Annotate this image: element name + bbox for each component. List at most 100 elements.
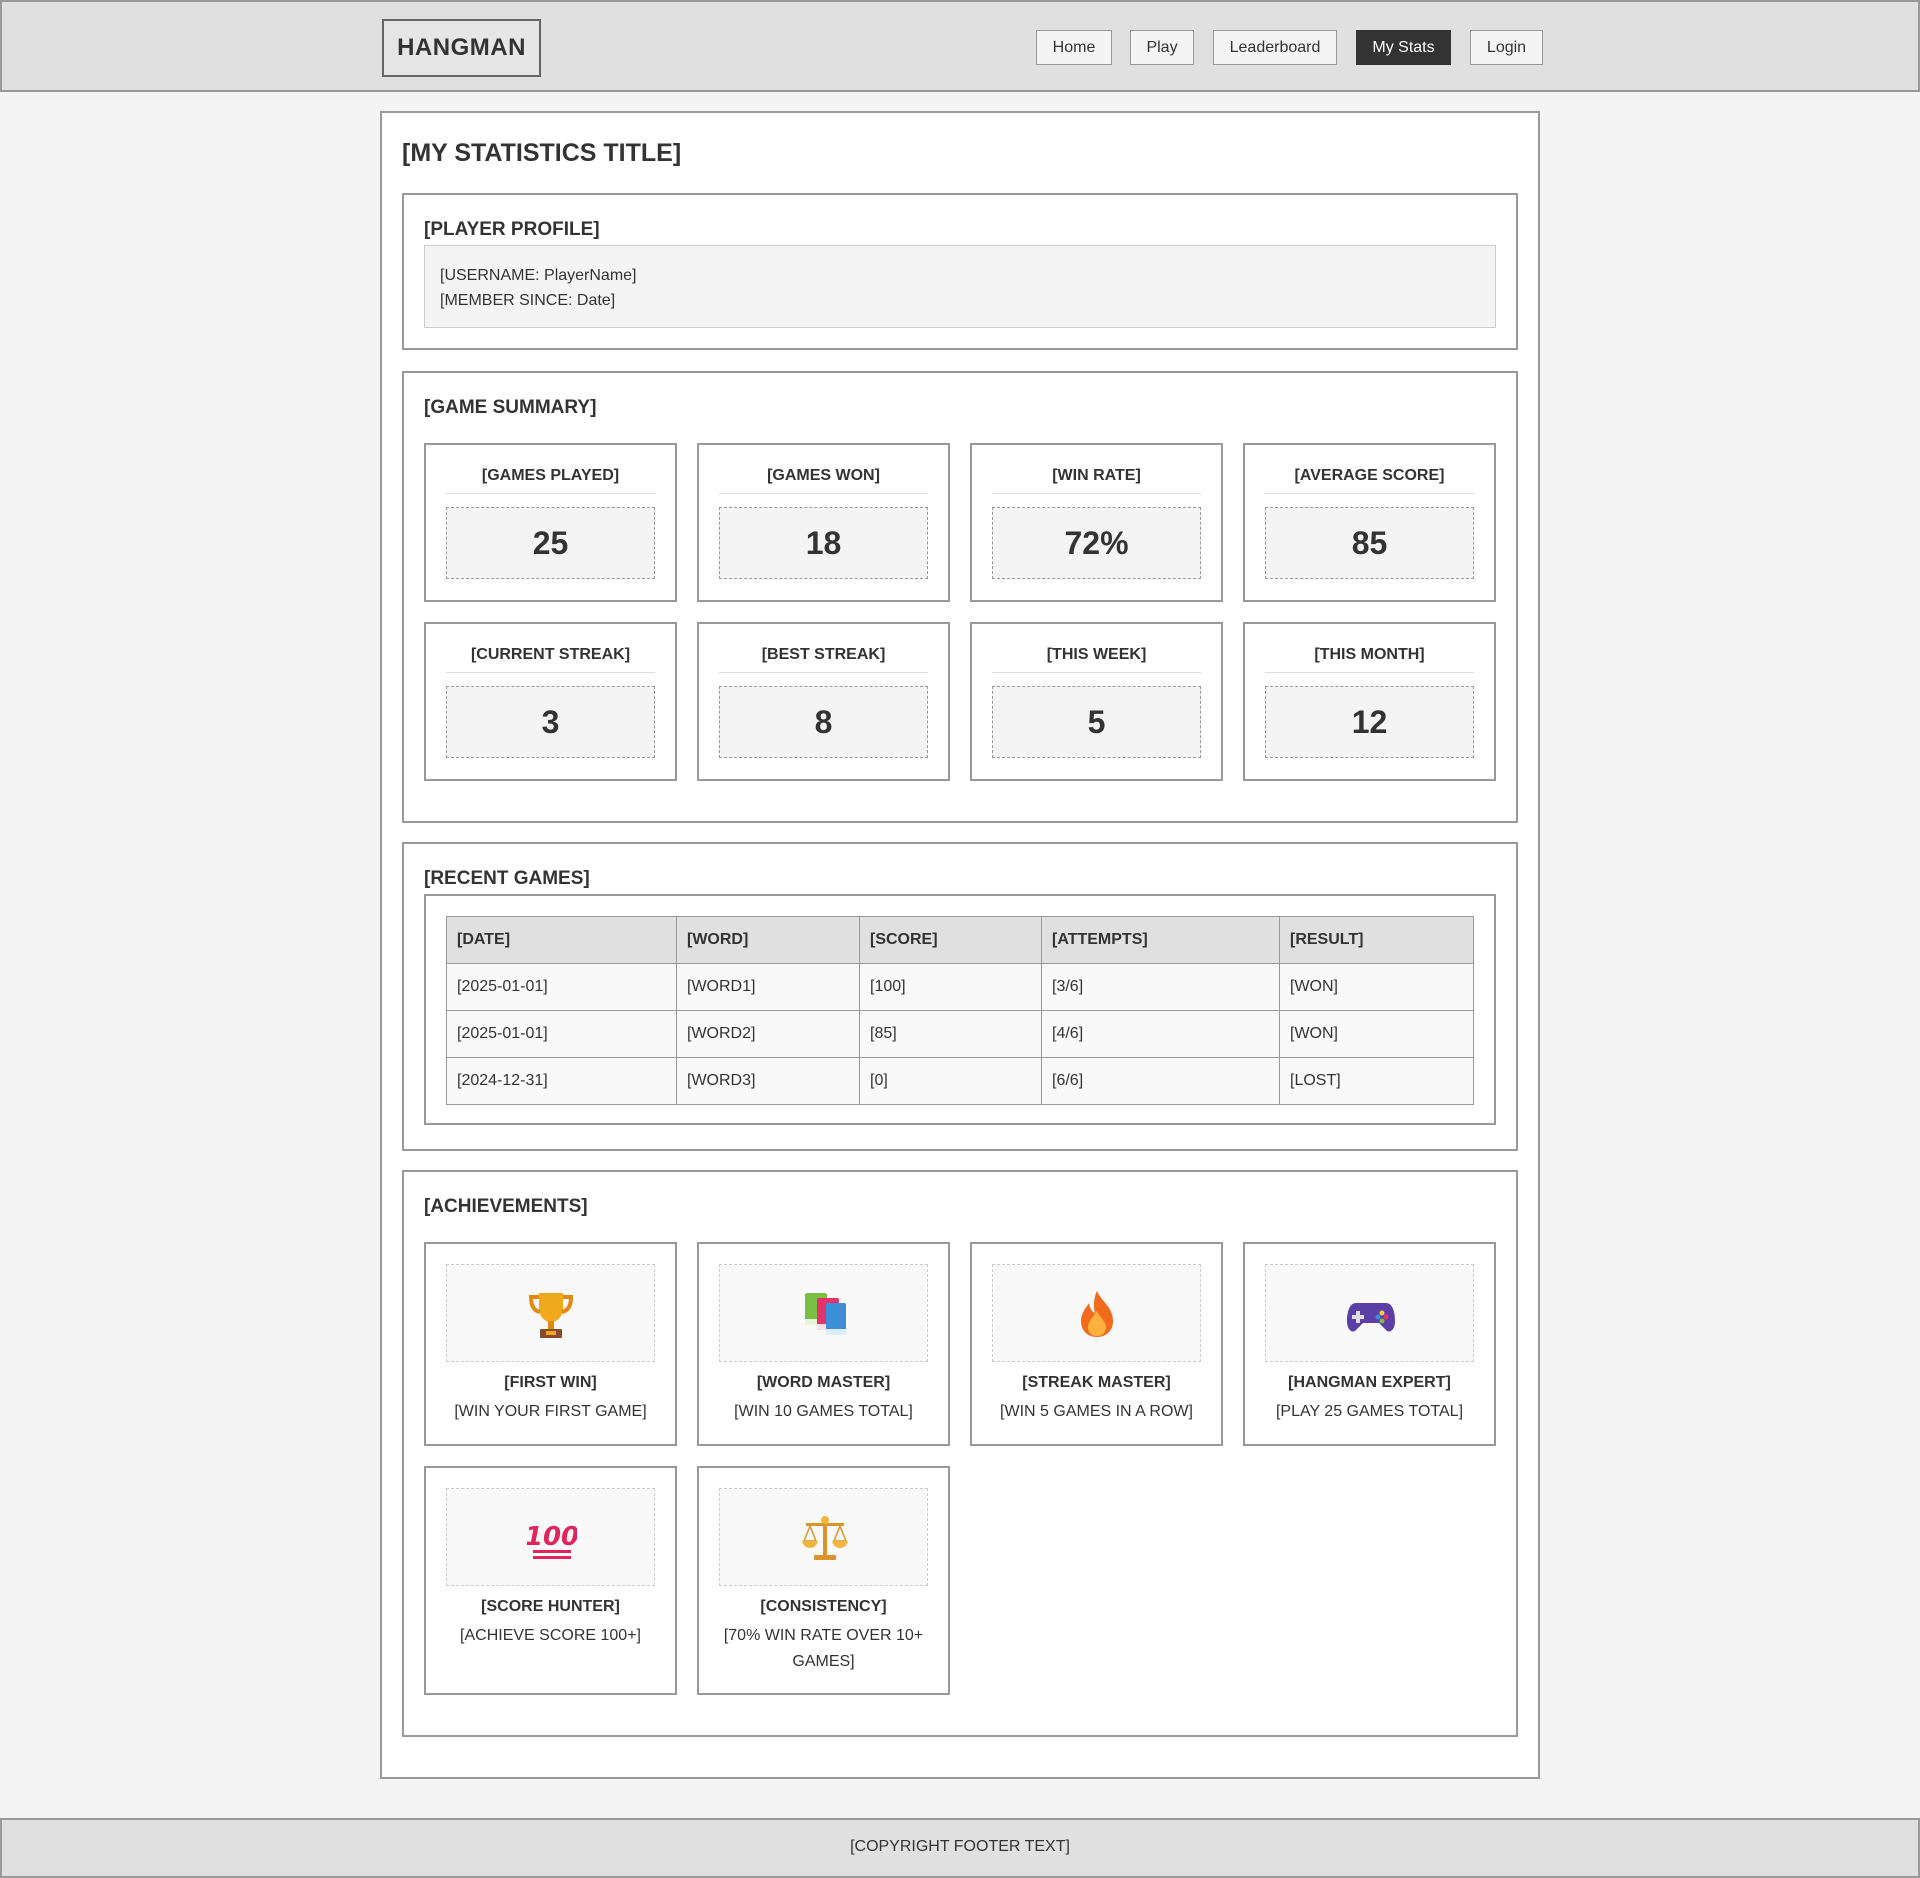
achievement-icon-box: 100 bbox=[446, 1488, 655, 1586]
table-cell: [4/6] bbox=[1041, 1010, 1280, 1058]
table-cell: [LOST] bbox=[1279, 1057, 1474, 1105]
stat-label: [CURRENT STREAK] bbox=[446, 646, 655, 673]
achievement-icon-box bbox=[1265, 1264, 1474, 1362]
hundred-icon: 100 bbox=[527, 1522, 577, 1559]
achievement-title: [SCORE HUNTER] bbox=[481, 1598, 620, 1615]
achievement-title: [FIRST WIN] bbox=[504, 1374, 597, 1391]
stat-value: 25 bbox=[446, 507, 655, 579]
stat-label: [THIS MONTH] bbox=[1265, 646, 1474, 673]
member-since-text: [MEMBER SINCE: Date] bbox=[440, 292, 616, 309]
fire-icon bbox=[1081, 1291, 1113, 1337]
achievement-icon-box bbox=[992, 1264, 1201, 1362]
page-title: [MY STATISTICS TITLE] bbox=[402, 139, 682, 167]
table-row[interactable]: [2024-12-31] [WORD3] [0] [6/6] [LOST] bbox=[446, 1057, 1474, 1105]
stat-label: [THIS WEEK] bbox=[992, 646, 1201, 673]
table-row[interactable]: [2025-01-01] [WORD1] [100] [3/6] [WON] bbox=[446, 963, 1474, 1011]
stat-card-current-streak: [CURRENT STREAK] 3 bbox=[424, 622, 677, 781]
achievements-section: [ACHIEVEMENTS] [FIRST WIN] [WIN YOUR FIR… bbox=[402, 1170, 1518, 1737]
stat-card-average-score: [AVERAGE SCORE] 85 bbox=[1243, 443, 1496, 602]
table-cell: [WON] bbox=[1279, 1010, 1474, 1058]
stat-card-this-week: [THIS WEEK] 5 bbox=[970, 622, 1223, 781]
table-cell: [6/6] bbox=[1041, 1057, 1280, 1105]
achievement-icon-box bbox=[719, 1488, 928, 1586]
nav-login[interactable]: Login bbox=[1470, 30, 1543, 65]
achievement-card-word-master[interactable]: [WORD MASTER] [WIN 10 GAMES TOTAL] bbox=[697, 1242, 950, 1446]
section-title: [GAME SUMMARY] bbox=[424, 397, 597, 418]
achievement-card-score-hunter[interactable]: 100 [SCORE HUNTER] [ACHIEVE SCORE 100+] bbox=[424, 1466, 677, 1695]
stat-value: 85 bbox=[1265, 507, 1474, 579]
table-row[interactable]: [2025-01-01] [WORD2] [85] [4/6] [WON] bbox=[446, 1010, 1474, 1058]
site-header: HANGMAN Home Play Leaderboard My Stats L… bbox=[0, 0, 1920, 92]
nav-leaderboard[interactable]: Leaderboard bbox=[1213, 30, 1337, 65]
profile-info-box: [USERNAME: PlayerName] [MEMBER SINCE: Da… bbox=[424, 245, 1496, 328]
recent-games-table: [DATE] [WORD] [SCORE] [ATTEMPTS] [RESULT… bbox=[446, 916, 1474, 1105]
table-cell: [2025-01-01] bbox=[446, 1010, 677, 1058]
table-cell: [2024-12-31] bbox=[446, 1057, 677, 1105]
achievement-description: [WIN 10 GAMES TOTAL] bbox=[734, 1403, 913, 1420]
column-header-score[interactable]: [SCORE] bbox=[859, 916, 1042, 964]
achievement-card-streak-master[interactable]: [STREAK MASTER] [WIN 5 GAMES IN A ROW] bbox=[970, 1242, 1223, 1446]
table-cell: [85] bbox=[859, 1010, 1042, 1058]
achievement-title: [STREAK MASTER] bbox=[1022, 1374, 1171, 1391]
column-header-word[interactable]: [WORD] bbox=[676, 916, 860, 964]
achievement-description: [70% WIN RATE OVER 10+ GAMES] bbox=[723, 1627, 924, 1670]
stat-card-this-month: [THIS MONTH] 12 bbox=[1243, 622, 1496, 781]
table-cell: [WON] bbox=[1279, 963, 1474, 1011]
table-cell: [0] bbox=[859, 1057, 1042, 1105]
achievement-description: [PLAY 25 GAMES TOTAL] bbox=[1275, 1403, 1464, 1420]
books-icon bbox=[805, 1293, 846, 1335]
stat-value: 3 bbox=[446, 686, 655, 758]
achievement-card-first-win[interactable]: [FIRST WIN] [WIN YOUR FIRST GAME] bbox=[424, 1242, 677, 1446]
stat-card-win-rate: [WIN RATE] 72% bbox=[970, 443, 1223, 602]
stat-card-games-played: [GAMES PLAYED] 25 bbox=[424, 443, 677, 602]
stat-label: [GAMES PLAYED] bbox=[446, 467, 655, 494]
stat-label: [AVERAGE SCORE] bbox=[1265, 467, 1474, 494]
achievement-description: [WIN 5 GAMES IN A ROW] bbox=[1000, 1403, 1193, 1420]
column-header-attempts[interactable]: [ATTEMPTS] bbox=[1041, 916, 1280, 964]
stat-card-best-streak: [BEST STREAK] 8 bbox=[697, 622, 950, 781]
stat-value: 18 bbox=[719, 507, 928, 579]
table-cell: [2025-01-01] bbox=[446, 963, 677, 1011]
achievement-description: [WIN YOUR FIRST GAME] bbox=[454, 1403, 647, 1420]
stat-value: 12 bbox=[1265, 686, 1474, 758]
recent-games-table-wrapper: [DATE] [WORD] [SCORE] [ATTEMPTS] [RESULT… bbox=[424, 894, 1496, 1125]
table-cell: [WORD1] bbox=[676, 963, 860, 1011]
table-cell: [WORD2] bbox=[676, 1010, 860, 1058]
svg-text:100: 100 bbox=[527, 1522, 577, 1552]
main-content: [MY STATISTICS TITLE] [PLAYER PROFILE] [… bbox=[380, 111, 1540, 1779]
column-header-result[interactable]: [RESULT] bbox=[1279, 916, 1474, 964]
column-header-date[interactable]: [DATE] bbox=[446, 916, 677, 964]
section-title: [ACHIEVEMENTS] bbox=[424, 1196, 588, 1217]
gamepad-icon bbox=[1347, 1303, 1395, 1332]
stat-value: 5 bbox=[992, 686, 1201, 758]
stat-card-games-won: [GAMES WON] 18 bbox=[697, 443, 950, 602]
nav-my-stats[interactable]: My Stats bbox=[1356, 30, 1451, 65]
achievement-title: [CONSISTENCY] bbox=[760, 1598, 887, 1615]
stat-value: 72% bbox=[992, 507, 1201, 579]
username-text: [USERNAME: PlayerName] bbox=[440, 267, 637, 284]
balance-scale-icon bbox=[802, 1516, 848, 1560]
achievement-icon-box bbox=[719, 1264, 928, 1362]
game-summary-section: [GAME SUMMARY] [GAMES PLAYED] 25 [GAMES … bbox=[402, 371, 1518, 823]
stat-label: [GAMES WON] bbox=[719, 467, 928, 494]
achievement-icon-box bbox=[446, 1264, 655, 1362]
achievement-title: [WORD MASTER] bbox=[756, 1374, 891, 1391]
section-title: [RECENT GAMES] bbox=[424, 868, 590, 889]
section-title: [PLAYER PROFILE] bbox=[424, 219, 600, 240]
stat-label: [BEST STREAK] bbox=[719, 646, 928, 673]
achievement-card-consistency[interactable]: [CONSISTENCY] [70% WIN RATE OVER 10+ GAM… bbox=[697, 1466, 950, 1695]
stat-value: 8 bbox=[719, 686, 928, 758]
table-cell: [100] bbox=[859, 963, 1042, 1011]
player-profile-section: [PLAYER PROFILE] [USERNAME: PlayerName] … bbox=[402, 193, 1518, 350]
trophy-icon bbox=[528, 1293, 574, 1338]
site-footer: [COPYRIGHT FOOTER TEXT] bbox=[0, 1818, 1920, 1878]
nav-home[interactable]: Home bbox=[1036, 30, 1112, 65]
stat-label: [WIN RATE] bbox=[992, 467, 1201, 494]
site-logo[interactable]: HANGMAN bbox=[382, 19, 541, 77]
achievement-card-hangman-expert[interactable]: [HANGMAN EXPERT] [PLAY 25 GAMES TOTAL] bbox=[1243, 1242, 1496, 1446]
table-header-row: [DATE] [WORD] [SCORE] [ATTEMPTS] [RESULT… bbox=[446, 916, 1474, 964]
achievement-description: [ACHIEVE SCORE 100+] bbox=[460, 1627, 641, 1644]
nav-play[interactable]: Play bbox=[1130, 30, 1194, 65]
achievement-title: [HANGMAN EXPERT] bbox=[1288, 1374, 1451, 1391]
table-cell: [3/6] bbox=[1041, 963, 1280, 1011]
